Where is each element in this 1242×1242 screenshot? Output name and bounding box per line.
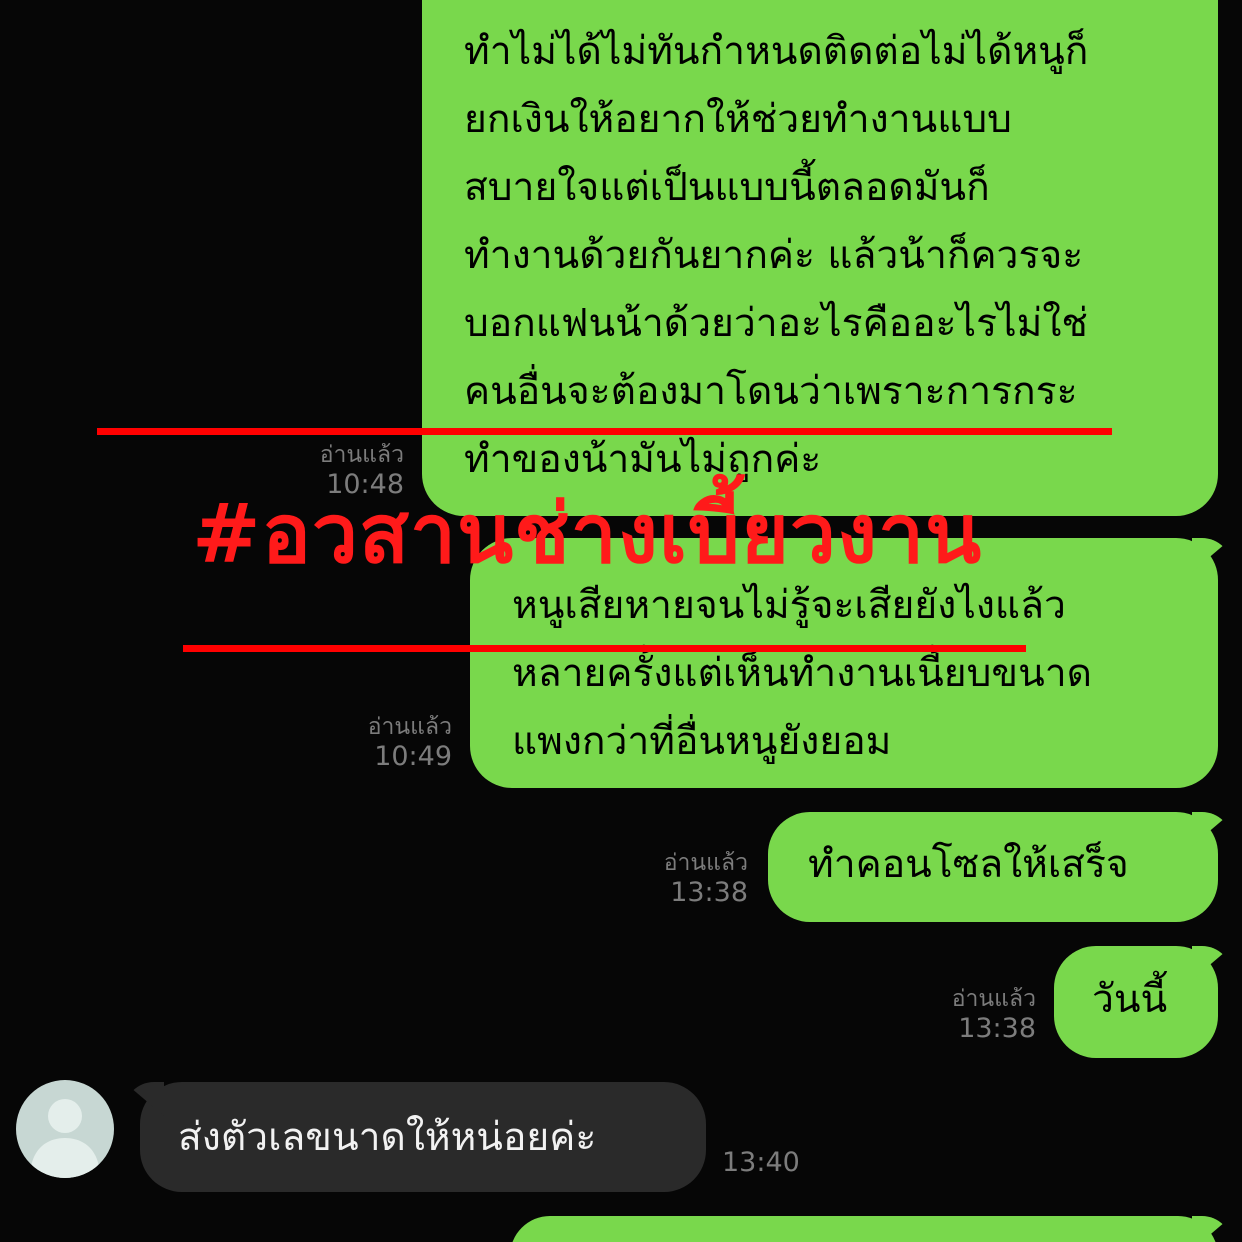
message-meta: 13:40	[722, 1148, 802, 1178]
overlay-hashtag: #อวสานช่างเบี้ยวงาน	[192, 487, 983, 582]
message-text: ทำคอนโซลให้เสร็จ	[808, 842, 1129, 887]
message-text: ส่งตัวเลขนาดให้หน่อยค่ะ	[178, 1115, 597, 1160]
read-receipt: อ่านแล้ว	[319, 442, 404, 468]
message-meta: อ่านแล้ว 10:49	[330, 712, 452, 772]
message-text: ทำไม่ได้ไม่ทันกำหนดติดต่อไม่ได้หนูก็ ยกเ…	[464, 29, 1089, 482]
message-text: หนูเสียหายจนไม่รู้จะเสียยังไงแล้ว หลายคร…	[512, 583, 1092, 764]
bubble-tail	[1192, 812, 1232, 846]
message-time: 13:38	[958, 1013, 1036, 1044]
read-receipt: อ่านแล้ว	[367, 714, 452, 740]
default-user-avatar-icon	[30, 1099, 100, 1178]
message-text: วันนี้	[1092, 977, 1168, 1022]
chat-screen: ทำไม่ได้ไม่ทันกำหนดติดต่อไม่ได้หนูก็ ยกเ…	[0, 0, 1242, 1242]
message-meta: อ่านแล้ว 13:38	[910, 984, 1036, 1044]
contact-avatar[interactable]	[16, 1080, 114, 1178]
message-bubble-outgoing[interactable]: ทำคอนโซลให้เสร็จ	[768, 812, 1232, 922]
bubble-tail	[1192, 538, 1232, 572]
bubble-tail	[1192, 1216, 1232, 1242]
message-bubble-outgoing-partial[interactable]	[510, 1216, 1232, 1242]
message-meta: อ่านแล้ว 13:38	[620, 848, 748, 908]
read-receipt: อ่านแล้ว	[951, 986, 1036, 1012]
message-bubble-outgoing[interactable]: วันนี้	[1054, 946, 1232, 1058]
message-time: 13:40	[722, 1147, 800, 1178]
message-time: 10:49	[374, 741, 452, 772]
message-time: 13:38	[670, 877, 748, 908]
message-bubble-outgoing[interactable]: ทำไม่ได้ไม่ทันกำหนดติดต่อไม่ได้หนูก็ ยกเ…	[422, 0, 1218, 516]
bubble-tail	[124, 1082, 164, 1116]
message-bubble-incoming[interactable]: ส่งตัวเลขนาดให้หน่อยค่ะ	[124, 1082, 706, 1192]
red-strike-line-bottom	[183, 645, 1026, 652]
red-strike-line-top	[97, 428, 1112, 435]
read-receipt: อ่านแล้ว	[663, 850, 748, 876]
bubble-tail	[1192, 946, 1232, 980]
